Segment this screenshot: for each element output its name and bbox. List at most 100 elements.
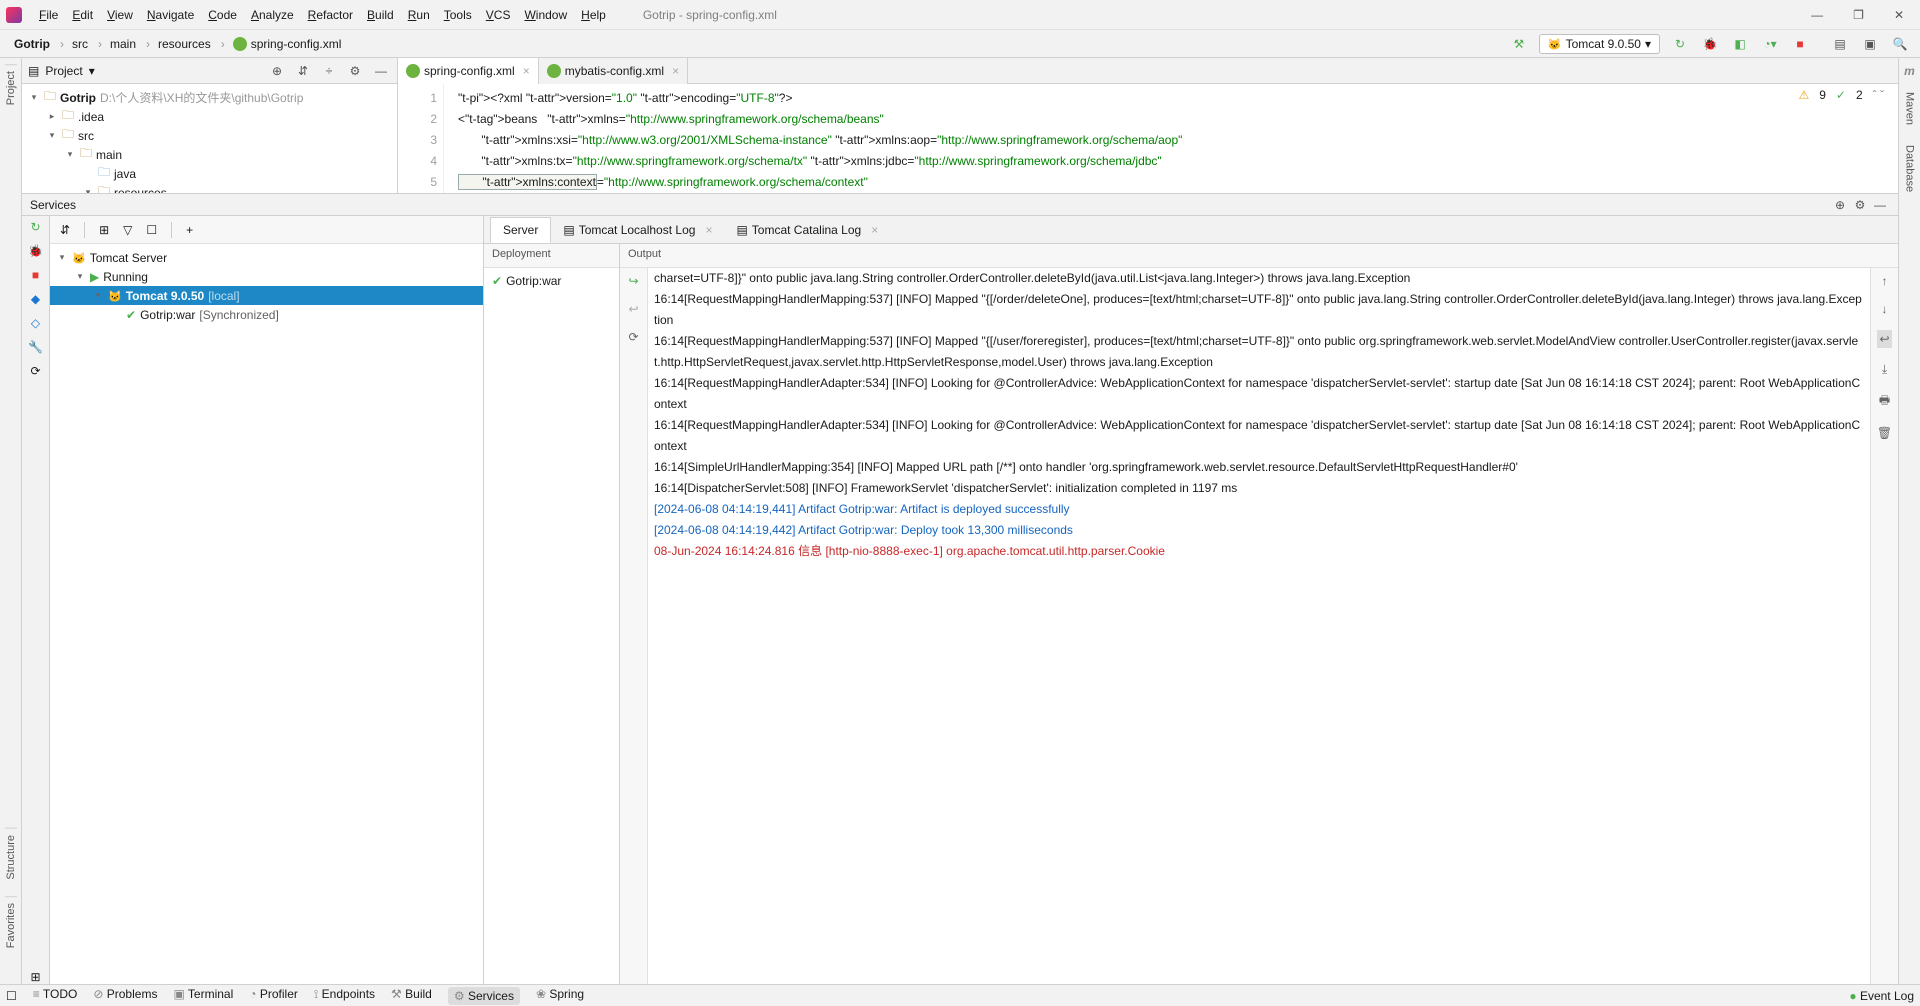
close-button[interactable]: ✕ [1894, 8, 1904, 22]
collapse-all-icon[interactable]: ÷ [319, 61, 339, 81]
expand-all-icon[interactable]: ⇵ [293, 61, 313, 81]
chevron-down-icon[interactable]: ▾ [89, 64, 95, 78]
maximize-button[interactable]: ❐ [1853, 8, 1864, 22]
expand-icon[interactable]: ⇵ [60, 223, 70, 237]
minimize-button[interactable]: — [1811, 8, 1823, 22]
tool-structure[interactable]: Structure [5, 828, 17, 886]
editor-tab[interactable]: mybatis-config.xml× [539, 58, 688, 84]
wrench-icon[interactable]: 🔧 [28, 340, 43, 354]
debug-button[interactable]: 🐞 [1700, 34, 1720, 54]
step-into-icon[interactable]: ↩ [628, 302, 638, 316]
hide-icon[interactable]: — [371, 61, 391, 81]
scroll-down-icon[interactable]: ↓ [1882, 302, 1888, 316]
breadcrumb-item[interactable]: src [68, 37, 106, 51]
breadcrumb-item[interactable]: main [106, 37, 154, 51]
settings-icon[interactable]: ⚙ [345, 61, 365, 81]
print-icon[interactable]: 🖶 [1879, 391, 1890, 412]
coverage-button[interactable]: ◧ [1730, 34, 1750, 54]
run-config-selector[interactable]: Tomcat 9.0.50 ▾ [1539, 34, 1660, 54]
stop-button[interactable]: ■ [1790, 34, 1810, 54]
menu-run[interactable]: Run [401, 8, 437, 22]
profile-button[interactable]: ◔▾ [1760, 34, 1780, 54]
search-everywhere-icon[interactable]: 🔍 [1890, 34, 1910, 54]
services-tab[interactable]: ▤ Tomcat Localhost Log × [551, 218, 724, 242]
layout-icon[interactable]: ⊞ [30, 970, 40, 984]
menu-window[interactable]: Window [517, 8, 574, 22]
status-problems[interactable]: ⊘ Problems [93, 987, 157, 1005]
run-button[interactable]: ↻ [1670, 34, 1690, 54]
menu-tools[interactable]: Tools [437, 8, 479, 22]
inspection-widget[interactable]: ⚠9 ✓2 ˆ ˇ [1798, 88, 1884, 102]
tree-node[interactable]: ▸ .idea [22, 107, 397, 126]
filter-icon[interactable]: ▽ [123, 223, 132, 237]
hide-icon[interactable]: — [1870, 195, 1890, 215]
menu-view[interactable]: View [100, 8, 140, 22]
tree-node[interactable]: java [22, 164, 397, 183]
services-tab[interactable]: Server [490, 217, 551, 243]
breadcrumb-item[interactable]: resources [154, 37, 229, 51]
menu-code[interactable]: Code [201, 8, 244, 22]
build-hammer-icon[interactable]: ⚒ [1509, 34, 1529, 54]
menu-analyze[interactable]: Analyze [244, 8, 301, 22]
menu-navigate[interactable]: Navigate [140, 8, 201, 22]
stop-icon[interactable]: ■ [32, 268, 39, 282]
tool-maven[interactable]: Maven [1904, 86, 1916, 131]
soft-wrap-icon[interactable]: ↩ [1877, 330, 1891, 348]
debug-rerun-icon[interactable]: 🐞 [28, 244, 43, 258]
close-tab-icon[interactable]: × [705, 223, 712, 237]
close-tab-icon[interactable]: × [523, 64, 530, 78]
services-tree-node[interactable]: ▾▶ Running [50, 267, 483, 286]
console-output[interactable]: charset=UTF-8]}" onto public java.lang.S… [648, 268, 1870, 984]
editor-tab[interactable]: spring-config.xml× [398, 58, 539, 84]
expand-icon[interactable]: ⊕ [1830, 195, 1850, 215]
services-tree[interactable]: ▾ Tomcat Server▾▶ Running▾ Tomcat 9.0.50… [50, 244, 483, 984]
refresh-icon[interactable]: ⟳ [30, 364, 40, 378]
status-build[interactable]: ⚒ Build [391, 987, 432, 1005]
tool-favorites[interactable]: Favorites [5, 896, 17, 954]
services-tree-node[interactable]: ▾ Tomcat Server [50, 248, 483, 267]
settings-icon[interactable]: ⚙ [1850, 195, 1870, 215]
menu-vcs[interactable]: VCS [479, 8, 518, 22]
status-endpoints[interactable]: ⟟ Endpoints [314, 987, 375, 1005]
deploy-icon[interactable]: ◆ [31, 292, 40, 306]
tool-project[interactable]: Project [5, 64, 17, 111]
menu-file[interactable]: File [32, 8, 65, 22]
breadcrumb-item[interactable]: spring-config.xml [229, 37, 356, 51]
status-spring[interactable]: ❀ Spring [536, 987, 584, 1005]
services-tree-node[interactable]: ✔ Gotrip:war [Synchronized] [50, 305, 483, 324]
scroll-up-icon[interactable]: ↑ [1882, 274, 1888, 288]
close-tab-icon[interactable]: × [672, 64, 679, 78]
deployment-item[interactable]: Gotrip:war [506, 274, 561, 288]
redeploy-icon[interactable]: ◇ [31, 316, 40, 330]
code-content[interactable]: "t-pi"><?xml "t-attr">version="1.0" "t-a… [444, 84, 1898, 193]
menu-refactor[interactable]: Refactor [301, 8, 360, 22]
menu-build[interactable]: Build [360, 8, 401, 22]
project-tree[interactable]: ▾ Gotrip D:\个人资料\XH的文件夹\github\Gotrip ▸ … [22, 84, 397, 193]
status-services[interactable]: ⚙ Services [448, 987, 520, 1005]
sync-icon[interactable]: ⟳ [628, 330, 638, 344]
layout-icon[interactable]: ▤ [1830, 34, 1850, 54]
locate-icon[interactable]: ⊕ [267, 61, 287, 81]
rerun-icon[interactable]: ↻ [30, 220, 40, 234]
status-profiler[interactable]: ◔ Profiler [249, 987, 298, 1005]
tool-database[interactable]: Database [1904, 139, 1916, 198]
status-terminal[interactable]: ▣ Terminal [173, 987, 233, 1005]
presentation-icon[interactable]: ▣ [1860, 34, 1880, 54]
event-log[interactable]: ● Event Log [1849, 989, 1914, 1003]
status-todo[interactable]: ≡ TODO [33, 987, 78, 1005]
tree-node[interactable]: ▾ main [22, 145, 397, 164]
bookmark-icon[interactable]: ☐ [146, 223, 157, 237]
breadcrumb-item[interactable]: Gotrip [10, 37, 68, 51]
close-tab-icon[interactable]: × [871, 223, 878, 237]
tree-node[interactable]: ▾ resources [22, 183, 397, 193]
scroll-end-icon[interactable]: ⤓ [1882, 362, 1887, 377]
menu-edit[interactable]: Edit [65, 8, 100, 22]
group-icon[interactable]: ⊞ [99, 223, 109, 237]
services-tree-node[interactable]: ▾ Tomcat 9.0.50 [local] [50, 286, 483, 305]
clear-icon[interactable]: 🗑 [1877, 426, 1892, 440]
step-over-icon[interactable]: ↪ [628, 274, 638, 288]
menu-help[interactable]: Help [574, 8, 613, 22]
show-tools-icon[interactable]: ☐ [6, 989, 17, 1003]
add-icon[interactable]: + [186, 223, 193, 237]
tree-node[interactable]: ▾ src [22, 126, 397, 145]
